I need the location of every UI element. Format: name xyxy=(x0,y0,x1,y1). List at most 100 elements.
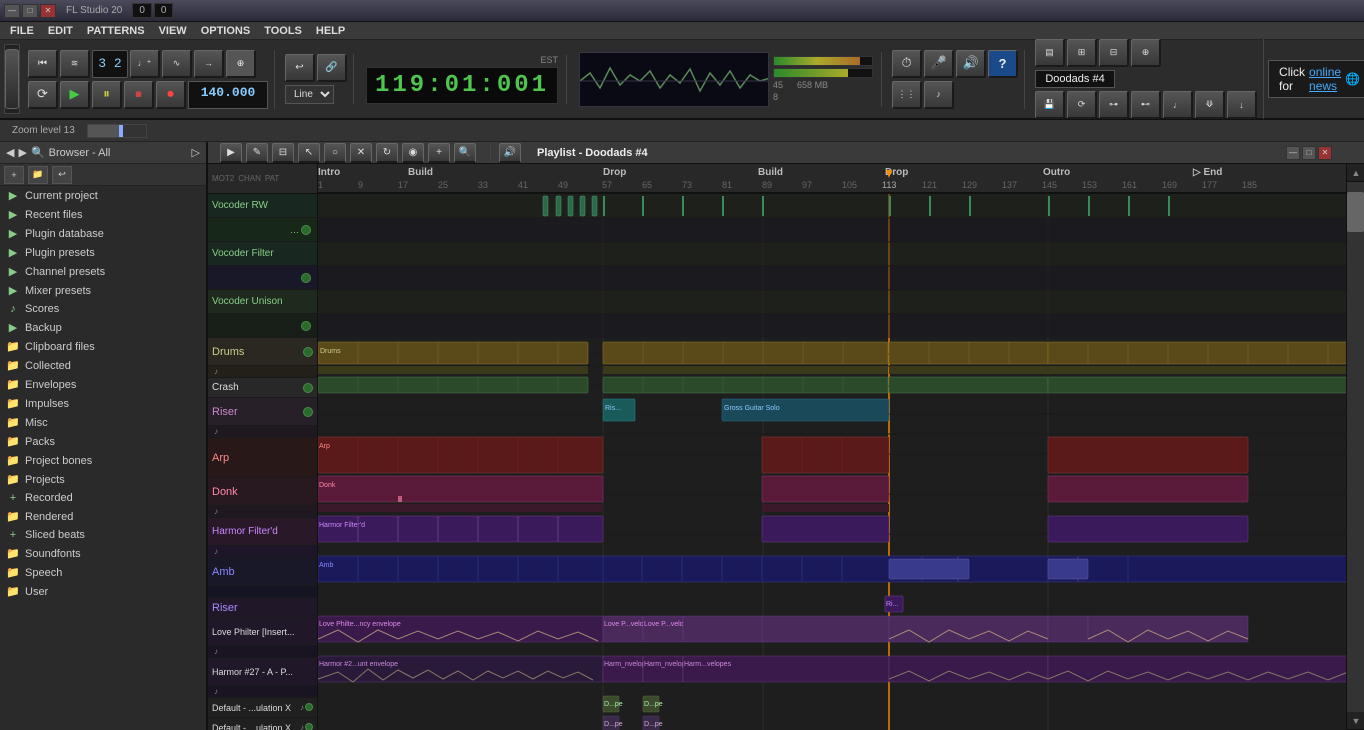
def2-btn[interactable] xyxy=(305,723,313,730)
menu-help[interactable]: HELP xyxy=(310,24,351,38)
menu-patterns[interactable]: PATTERNS xyxy=(81,24,151,38)
browser-item-project-bones[interactable]: 📁 Project bones xyxy=(0,451,206,470)
track-label-riser2[interactable]: Riser xyxy=(208,598,317,618)
pattern-name[interactable]: Doodads #4 xyxy=(1035,70,1115,88)
browser-search-icon[interactable]: 🔍 xyxy=(31,146,45,159)
browser-item-collected[interactable]: 📁 Collected xyxy=(0,356,206,375)
close-button[interactable]: ✕ xyxy=(40,4,56,18)
play-button[interactable]: ▶ xyxy=(60,81,90,109)
track-label-donk-sub[interactable]: ♪ xyxy=(208,506,317,518)
browser-item-current-project[interactable]: ▶ Current project xyxy=(0,186,206,205)
menu-file[interactable]: FILE xyxy=(4,24,40,38)
browser-item-plugin-presets[interactable]: ▶ Plugin presets xyxy=(0,243,206,262)
mod-icon[interactable]: ⊷ xyxy=(1131,91,1161,119)
channel-icon[interactable]: ⊟ xyxy=(1099,39,1129,67)
grid-icon[interactable]: ⊞ xyxy=(1067,39,1097,67)
right-panel-scrollbar[interactable]: ▲ ▼ xyxy=(1346,164,1364,730)
browser-item-sliced-beats[interactable]: + Sliced beats xyxy=(0,526,206,544)
piano-icon[interactable]: ♪ xyxy=(924,81,954,109)
green-button3[interactable] xyxy=(301,321,311,331)
track-label-vocoder-unison-sub[interactable] xyxy=(208,314,317,338)
playlist-erase-button[interactable]: ✕ xyxy=(350,143,372,163)
browser-item-channel-presets[interactable]: ▶ Channel presets xyxy=(0,262,206,281)
playlist-select-button[interactable]: ↖ xyxy=(298,143,320,163)
mixer-icon[interactable]: ⋮⋮ xyxy=(892,81,922,109)
browser-item-scores[interactable]: ♪ Scores xyxy=(0,300,206,318)
pattern-icon[interactable]: ▤ xyxy=(1035,39,1065,67)
playlist-zoom-button[interactable]: ◉ xyxy=(402,143,424,163)
browser-arrow-btn[interactable]: ↩ xyxy=(52,166,72,184)
green-button2[interactable] xyxy=(301,273,311,283)
zoom-slider[interactable] xyxy=(87,124,147,138)
record-button[interactable]: ⏺ xyxy=(156,81,186,109)
wave2-icon[interactable]: ∿ xyxy=(162,50,192,78)
playlist-mute-button[interactable]: ○ xyxy=(324,143,346,163)
link-icon[interactable]: 🔗 xyxy=(317,54,347,82)
scroll-thumb[interactable] xyxy=(1347,192,1364,232)
def1-btn[interactable] xyxy=(305,703,313,711)
bpm-display[interactable]: 140.000 xyxy=(188,81,268,109)
playlist-snap-button[interactable]: ⊟ xyxy=(272,143,294,163)
pattern-counter[interactable]: 3 2 xyxy=(92,50,128,78)
track-label-drums[interactable]: Drums xyxy=(208,338,317,366)
render-icon[interactable]: ⊕ xyxy=(1131,39,1161,67)
playlist-play-button[interactable]: ▶ xyxy=(220,143,242,163)
track-label-default1[interactable]: Default - ...ulation X♪ xyxy=(208,698,317,718)
track-label-vocoder-rw-sub[interactable]: … xyxy=(208,218,317,242)
browser-item-backup[interactable]: ▶ Backup xyxy=(0,318,206,337)
pause-button[interactable]: ⏸ xyxy=(92,81,122,109)
route-icon[interactable]: ⊶ xyxy=(1099,91,1129,119)
playlist-loop-button[interactable]: ↻ xyxy=(376,143,398,163)
menu-tools[interactable]: TOOLS xyxy=(258,24,308,38)
wave-icon[interactable]: ≋ xyxy=(60,50,90,78)
browser-item-recent-files[interactable]: ▶ Recent files xyxy=(0,205,206,224)
browser-expand[interactable]: ▷ xyxy=(192,146,200,159)
prev-pattern-button[interactable]: ⏮ xyxy=(28,50,58,78)
hook-icon[interactable]: ↩ xyxy=(285,54,315,82)
timeline-ruler[interactable]: 1 9 17 25 33 41 49 57 65 73 81 89 97 105 xyxy=(318,164,1346,194)
mic-icon[interactable]: 🎤 xyxy=(924,50,954,78)
track-label-vocoder-filter[interactable]: Vocoder Filter xyxy=(208,242,317,266)
playlist-draw-button[interactable]: ✎ xyxy=(246,143,268,163)
news-online-link[interactable]: online news xyxy=(1309,65,1341,93)
browser-item-recorded[interactable]: + Recorded xyxy=(0,489,206,507)
effect-icon[interactable]: ⟳ xyxy=(1067,91,1097,119)
playlist-maximize-btn[interactable]: □ xyxy=(1302,146,1316,160)
scroll-track[interactable] xyxy=(1347,182,1364,712)
browser-item-packs[interactable]: 📁 Packs xyxy=(0,432,206,451)
track-label-vocoder-unison[interactable]: Vocoder Unison xyxy=(208,290,317,314)
track-label-harmor27[interactable]: Harmor #27 - A - P... xyxy=(208,658,317,686)
browser-item-mixer-presets[interactable]: ▶ Mixer presets xyxy=(0,281,206,300)
piano2-icon[interactable]: ♩ xyxy=(1163,91,1193,119)
riser-green-btn[interactable] xyxy=(303,407,313,417)
playlist-close-btn[interactable]: ✕ xyxy=(1318,146,1332,160)
drums-green-btn[interactable] xyxy=(303,347,313,357)
track-label-amb[interactable]: Amb xyxy=(208,558,317,586)
beat-icon[interactable]: ♩⁺ xyxy=(130,50,160,78)
playlist-zoomin-button[interactable]: + xyxy=(428,143,450,163)
playlist-speaker-btn[interactable]: 🔊 xyxy=(499,143,521,163)
save-icon[interactable]: 💾 xyxy=(1035,91,1065,119)
track-label-love-sub[interactable]: ♪ xyxy=(208,646,317,658)
crash-green-btn[interactable] xyxy=(303,383,313,393)
browser-add-btn[interactable]: + xyxy=(4,166,24,184)
clock-icon[interactable]: ⏱ xyxy=(892,50,922,78)
track-label-default2[interactable]: Default - ...ulation X♪ xyxy=(208,718,317,730)
menu-edit[interactable]: EDIT xyxy=(42,24,79,38)
track-label-harmor-sub[interactable]: ♪ xyxy=(208,546,317,558)
track-label-riser-sub[interactable]: ♪ xyxy=(208,426,317,438)
track-label-amb-sub[interactable] xyxy=(208,586,317,598)
browser-item-rendered[interactable]: 📁 Rendered xyxy=(0,507,206,526)
playlist-zoom2-button[interactable]: 🔍 xyxy=(454,143,476,163)
browser-item-soundfonts[interactable]: 📁 Soundfonts xyxy=(0,544,206,563)
track-label-harmor[interactable]: Harmor Filter'd xyxy=(208,518,317,546)
cpu-icon[interactable]: ⊕ xyxy=(226,50,256,78)
browser-item-projects[interactable]: 📁 Projects xyxy=(0,470,206,489)
line-mode-select[interactable]: Line xyxy=(285,85,334,104)
track-label-crash[interactable]: Crash xyxy=(208,378,317,398)
dl-icon[interactable]: ↓ xyxy=(1227,91,1257,119)
help-icon[interactable]: ? xyxy=(988,50,1018,78)
scroll-up-icon[interactable]: ▲ xyxy=(1347,164,1364,182)
track-label-donk[interactable]: Donk xyxy=(208,478,317,506)
browser-nav-fwd[interactable]: ▶ xyxy=(18,146,26,159)
